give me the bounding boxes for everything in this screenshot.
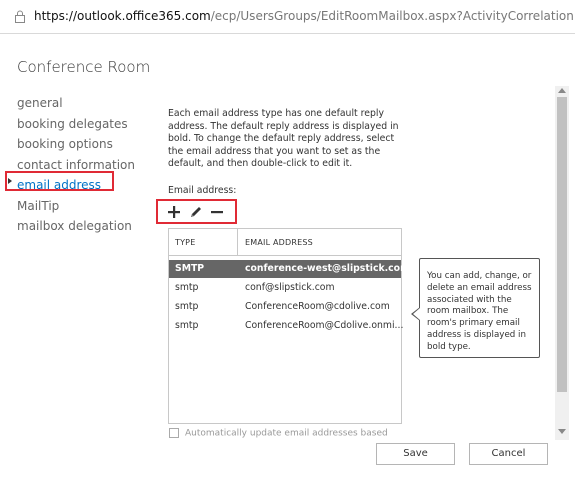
table-row[interactable]: smtp ConferenceRoom@Cdolive.onmi...	[169, 317, 404, 335]
column-header-email-address[interactable]: EMAIL ADDRESS	[245, 238, 313, 247]
save-button[interactable]: Save	[376, 443, 455, 465]
scroll-down-arrow-icon[interactable]	[558, 429, 566, 434]
address-bar[interactable]: https://outlook.office365.com/ecp/UsersG…	[0, 0, 575, 34]
row-address: conference-west@slipstick.com	[245, 263, 410, 274]
table-row[interactable]: smtp conf@slipstick.com	[169, 279, 401, 297]
row-address: conf@slipstick.com	[245, 282, 335, 293]
nav-item-general[interactable]: general	[17, 93, 135, 114]
row-address: ConferenceRoom@Cdolive.onmi...	[245, 320, 404, 331]
auto-update-checkbox-row[interactable]: Automatically update email addresses bas…	[169, 428, 388, 439]
table-row[interactable]: smtp ConferenceRoom@cdolive.com	[169, 298, 401, 316]
description-text: Each email address type has one default …	[168, 108, 399, 170]
url-text[interactable]: https://outlook.office365.com/ecp/UsersG…	[34, 9, 574, 23]
row-type: smtp	[175, 282, 199, 293]
nav-item-booking-delegates[interactable]: booking delegates	[17, 114, 135, 135]
row-type: SMTP	[175, 263, 205, 274]
column-divider	[237, 229, 238, 255]
selected-arrow-icon	[8, 178, 12, 184]
auto-update-checkbox[interactable]	[169, 428, 179, 438]
scrollbar-thumb[interactable]	[557, 97, 567, 392]
page-title: Conference Room	[17, 58, 151, 76]
auto-update-label: Automatically update email addresses bas…	[185, 428, 388, 439]
row-type: smtp	[175, 301, 199, 312]
row-address: ConferenceRoom@cdolive.com	[245, 301, 390, 312]
lock-icon	[15, 10, 25, 23]
table-header: TYPE EMAIL ADDRESS	[169, 229, 401, 256]
cancel-button[interactable]: Cancel	[469, 443, 548, 465]
callout-tooltip: You can add, change, or delete an email …	[419, 258, 540, 358]
nav-selection-highlight	[5, 171, 114, 191]
nav-item-mailbox-delegation[interactable]: mailbox delegation	[17, 216, 135, 237]
table-row[interactable]: SMTP conference-west@slipstick.com	[169, 260, 410, 278]
email-address-table: TYPE EMAIL ADDRESS SMTP conference-west@…	[168, 228, 410, 424]
plus-icon[interactable]	[167, 205, 181, 219]
minus-icon[interactable]	[210, 205, 224, 219]
pencil-icon[interactable]	[189, 205, 203, 219]
nav-item-mailtip[interactable]: MailTip	[17, 196, 135, 217]
column-header-type[interactable]: TYPE	[175, 238, 195, 247]
callout-pointer-inner	[413, 308, 420, 320]
email-address-label: Email address:	[168, 185, 237, 196]
nav-item-booking-options[interactable]: booking options	[17, 134, 135, 155]
row-type: smtp	[175, 320, 199, 331]
scroll-up-arrow-icon[interactable]	[558, 88, 566, 93]
sidebar-nav: general booking delegates booking option…	[17, 93, 135, 237]
